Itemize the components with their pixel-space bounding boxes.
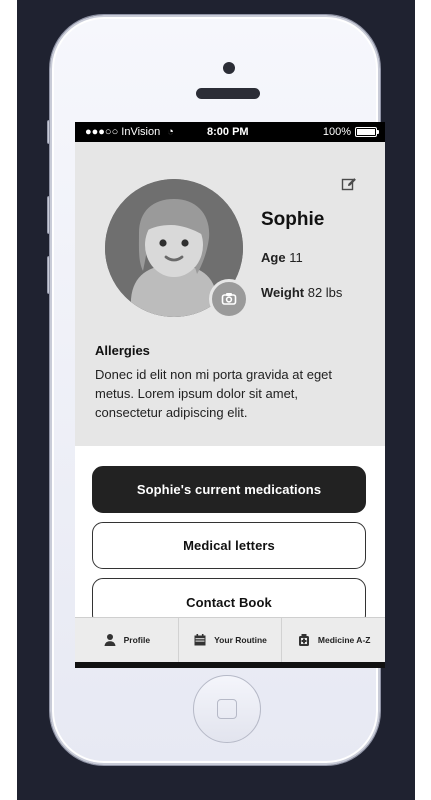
tab-profile-label: Profile — [123, 635, 151, 645]
home-button-icon — [217, 699, 237, 719]
edit-icon[interactable] — [341, 176, 357, 192]
tab-profile[interactable]: Profile — [75, 618, 179, 662]
tab-your-routine-label: Your Routine — [214, 635, 267, 645]
tab-bar: Profile Your Routine Medicine A-Z — [75, 617, 385, 662]
allergies-title: Allergies — [95, 343, 150, 358]
status-bar: ●●●○○ InVision ◔ 8:00 PM 100% — [75, 122, 385, 142]
wifi-icon: ◔ — [167, 126, 174, 138]
camera-icon — [221, 293, 237, 305]
front-camera — [223, 62, 235, 74]
allergies-text: Donec id elit non mi porta gravida at eg… — [95, 367, 333, 420]
phone-screen: ●●●○○ InVision ◔ 8:00 PM 100% Sophie Age… — [75, 122, 385, 668]
battery-level — [357, 129, 375, 135]
age-label: Age — [261, 250, 286, 265]
weight-label: Weight — [261, 285, 305, 300]
medicine-icon — [298, 634, 309, 646]
battery-icon — [355, 127, 379, 137]
earpiece-speaker — [196, 88, 260, 99]
person-icon — [104, 634, 116, 646]
battery-status: 100% — [322, 122, 379, 142]
carrier-signal: ●●●○○ InVision ◔ — [85, 122, 174, 142]
current-medications-button[interactable]: Sophie's current medications — [92, 466, 366, 513]
profile-panel: Sophie Age 11 Weight 82 lbs Allergies Do… — [75, 142, 385, 446]
tab-your-routine[interactable]: Your Routine — [179, 618, 283, 662]
calendar-icon — [194, 634, 206, 646]
status-time: 8:00 PM — [207, 126, 249, 138]
age-row: Age 11 — [261, 250, 303, 265]
tab-medicine-a-z-label: Medicine A-Z — [317, 635, 371, 645]
actions-panel: Sophie's current medications Medical let… — [75, 446, 385, 626]
age-value: 11 — [289, 250, 303, 265]
profile-name: Sophie — [261, 209, 325, 230]
weight-row: Weight 82 lbs — [261, 285, 342, 300]
change-photo-button[interactable] — [209, 279, 249, 319]
tab-medicine-a-z[interactable]: Medicine A-Z — [282, 618, 385, 662]
carrier-text: ●●●○○ InVision — [85, 126, 161, 138]
battery-percentage: 100% — [322, 126, 351, 138]
medical-letters-button[interactable]: Medical letters — [92, 522, 366, 569]
weight-value: 82 lbs — [307, 285, 343, 300]
